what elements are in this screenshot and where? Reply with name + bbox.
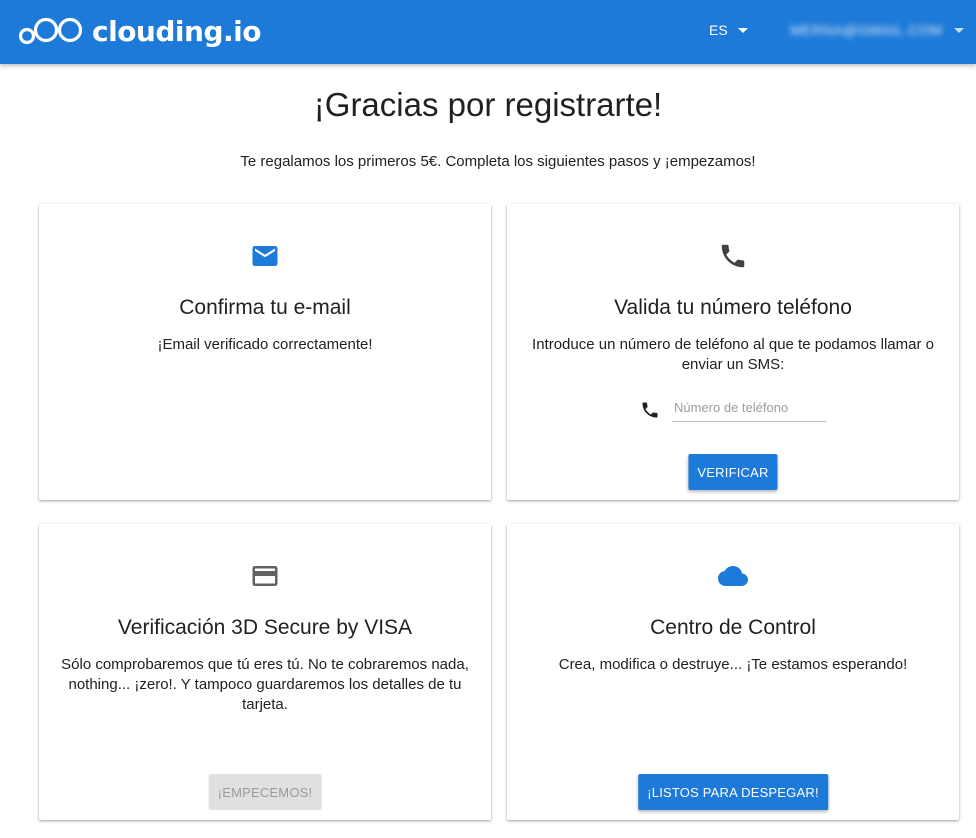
top-navbar: clouding.io ES MERNA@GMAIL.COM [0,0,976,64]
logo-text: clouding.io [92,14,261,48]
card-confirm-email: Confirma tu e-mail ¡Email verificado cor… [39,204,491,500]
language-selector[interactable]: ES [709,22,748,38]
clouding-logo-icon [18,17,83,45]
mail-icon [252,246,278,266]
phone-field-row [507,396,959,422]
chevron-down-icon [954,27,965,33]
credit-card-icon [252,566,278,586]
card-text: Introduce un número de teléfono al que t… [532,336,934,373]
user-email: MERNA@GMAIL.COM [790,22,943,38]
launch-button[interactable]: ¡LISTOS PARA DESPEGAR! [638,774,828,810]
verify-button[interactable]: VERIFICAR [688,454,778,490]
card-title: Centro de Control [650,616,816,639]
language-label: ES [709,22,728,38]
card-title: Valida tu número teléfono [614,296,852,319]
card-text: Sólo comprobaremos que tú eres tú. No te… [61,656,469,713]
card-validate-phone: Valida tu número teléfono Introduce un n… [507,204,959,500]
card-title: Confirma tu e-mail [179,296,351,319]
cloud-icon [718,566,748,586]
logo[interactable]: clouding.io [18,11,261,51]
card-3d-secure: Verificación 3D Secure by VISA Sólo comp… [39,524,491,820]
user-menu[interactable]: MERNA@GMAIL.COM [790,22,965,38]
start-button[interactable]: ¡EMPECEMOS! [208,774,322,810]
phone-number-input[interactable] [672,396,826,422]
card-title: Verificación 3D Secure by VISA [117,616,413,639]
phone-icon [642,402,658,418]
phone-icon [721,244,745,268]
page-title: ¡Gracias por registrarte! [313,86,663,123]
chevron-down-icon [737,27,748,33]
page-subtitle: Te regalamos los primeros 5€. Completa l… [240,153,756,170]
card-text: ¡Email verificado correctamente! [157,336,373,353]
card-text: Crea, modifica o destruye... ¡Te estamos… [558,656,908,673]
card-control-center: Centro de Control Crea, modifica o destr… [507,524,959,820]
